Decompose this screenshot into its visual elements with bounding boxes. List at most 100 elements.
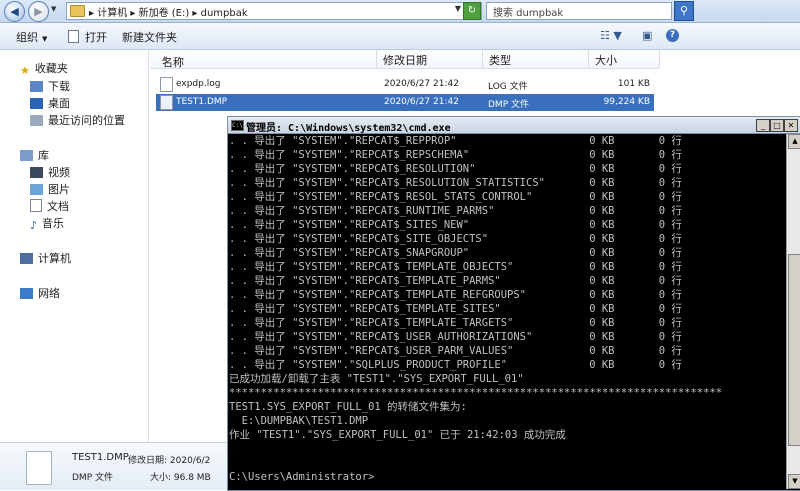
music-icon: ♪ <box>30 219 38 232</box>
refresh-icon[interactable]: ↻ <box>463 2 481 20</box>
search-input[interactable]: 搜索 dumpbak <box>486 2 672 20</box>
console-line: 已成功加载/卸载了主表 "TEST1"."SYS_EXPORT_FULL_01" <box>229 373 524 385</box>
console-line: C:\Users\Administrator> <box>229 471 375 483</box>
library-icon <box>20 150 33 161</box>
documents-icon <box>30 199 42 212</box>
nav-downloads-label: 下载 <box>48 80 70 93</box>
console-line: . . 导出了 "SYSTEM"."REPCAT$_RESOL_STATS_CO… <box>229 191 682 203</box>
breadcrumb-path[interactable]: ▸ 计算机 ▸ 新加卷 (E:) ▸ dumpbak <box>89 4 248 19</box>
help-icon[interactable]: ? <box>666 29 679 42</box>
nav-recent-places[interactable]: 最近访问的位置 <box>30 112 125 128</box>
minimize-button[interactable]: _ <box>756 119 770 132</box>
file-row[interactable]: expdp.log 2020/6/27 21:42 LOG 文件 101 KB <box>156 76 654 93</box>
address-dropdown-icon[interactable]: ▼ <box>455 4 461 13</box>
file-modified: 2020/6/27 21:42 <box>384 79 459 89</box>
scroll-down-icon[interactable]: ▼ <box>788 474 800 489</box>
console-line: . . 导出了 "SYSTEM"."REPCAT$_TEMPLATE_PARMS… <box>229 275 682 287</box>
navigation-pane: ★ 收藏夹 下载 桌面 最近访问的位置 库 视频 图片 文档 ♪ 音乐 计算机 网络 <box>0 50 149 442</box>
search-icon[interactable]: ⚲ <box>674 1 694 21</box>
file-icon <box>160 77 173 92</box>
nav-favorites[interactable]: ★ 收藏夹 <box>20 60 68 77</box>
column-header-name[interactable]: 名称 ▲ <box>150 50 377 69</box>
file-size: 101 KB <box>617 79 650 89</box>
back-button[interactable]: ◀ <box>4 1 25 22</box>
console-line: . . 导出了 "SYSTEM"."REPCAT$_RUNTIME_PARMS"… <box>229 205 682 217</box>
chevron-down-icon: ▼ <box>42 35 48 43</box>
nav-recent-label: 最近访问的位置 <box>48 114 125 127</box>
details-pane: TEST1.DMP 修改日期: 2020/6/2 DMP 文件 大小: 96.8… <box>0 442 228 490</box>
console-line: . . 导出了 "SYSTEM"."REPCAT$_TEMPLATE_OBJEC… <box>229 261 682 273</box>
file-icon <box>160 95 173 110</box>
column-header-type[interactable]: 类型 <box>483 50 589 69</box>
preview-pane-icon[interactable]: ▣ <box>642 29 652 42</box>
nav-libraries[interactable]: 库 <box>20 147 49 163</box>
forward-button[interactable]: ▶ <box>28 1 49 22</box>
column-header-modified[interactable]: 修改日期 <box>377 50 483 69</box>
nav-desktop-label: 桌面 <box>48 97 70 110</box>
console-line: . . 导出了 "SYSTEM"."REPCAT$_REPPROP" 0 KB … <box>229 135 682 147</box>
nav-music-label: 音乐 <box>42 217 65 230</box>
file-type: LOG 文件 <box>488 82 528 92</box>
nav-documents[interactable]: 文档 <box>30 198 69 214</box>
command-bar: 组织 ▼ 打开 新建文件夹 ☷ ▼ ▣ ? <box>0 23 800 50</box>
console-line: E:\DUMPBAK\TEST1.DMP <box>229 415 369 427</box>
vertical-scrollbar[interactable]: ▲ ▼ <box>786 134 800 489</box>
file-type: DMP 文件 <box>488 100 529 110</box>
nav-network-label: 网络 <box>38 287 60 300</box>
file-name: expdp.log <box>176 79 221 89</box>
nav-videos-label: 视频 <box>48 166 70 179</box>
cmd-title: 管理员: C:\Windows\system32\cmd.exe <box>246 123 451 134</box>
open-button[interactable]: 打开 <box>68 29 107 45</box>
organize-label: 组织 <box>16 31 38 44</box>
nav-documents-label: 文档 <box>47 200 69 213</box>
details-file-name: TEST1.DMP <box>72 452 129 463</box>
nav-downloads[interactable]: 下载 <box>30 78 70 94</box>
nav-desktop[interactable]: 桌面 <box>30 95 70 111</box>
nav-pictures[interactable]: 图片 <box>30 181 70 197</box>
nav-pictures-label: 图片 <box>48 183 70 196</box>
file-row-selected[interactable]: TEST1.DMP 2020/6/27 21:42 DMP 文件 99,224 … <box>156 94 654 111</box>
recent-pages-dropdown-icon[interactable]: ▼ <box>51 5 56 13</box>
nav-network[interactable]: 网络 <box>20 285 60 301</box>
console-line: . . 导出了 "SYSTEM"."REPCAT$_SNAPGROUP" 0 K… <box>229 247 682 259</box>
console-line: . . 导出了 "SYSTEM"."REPCAT$_TEMPLATE_SITES… <box>229 303 682 315</box>
details-size: 大小: 96.8 MB <box>150 473 211 483</box>
nav-computer[interactable]: 计算机 <box>20 250 71 266</box>
console-line: . . 导出了 "SYSTEM"."REPCAT$_TEMPLATE_REFGR… <box>229 289 682 301</box>
cmd-window[interactable]: C:\ 管理员: C:\Windows\system32\cmd.exe _ □… <box>227 116 800 491</box>
open-label: 打开 <box>85 31 107 44</box>
new-folder-button[interactable]: 新建文件夹 <box>122 29 177 45</box>
console-line: . . 导出了 "SYSTEM"."REPCAT$_SITES_NEW" 0 K… <box>229 219 682 231</box>
view-options-icon[interactable]: ☷ ▼ <box>600 29 622 42</box>
downloads-icon <box>30 81 43 92</box>
console-line: 作业 "TEST1"."SYS_EXPORT_FULL_01" 已于 21:42… <box>229 429 566 441</box>
file-thumbnail-icon <box>26 451 52 485</box>
breadcrumb[interactable]: ▸ 计算机 ▸ 新加卷 (E:) ▸ dumpbak ▼ ↻ <box>66 2 482 20</box>
organize-button[interactable]: 组织 ▼ <box>16 29 47 45</box>
console-line: . . 导出了 "SYSTEM"."SQLPLUS_PRODUCT_PROFIL… <box>229 359 682 371</box>
console-line: TEST1.SYS_EXPORT_FULL_01 的转储文件集为: <box>229 401 467 413</box>
column-modified-label: 修改日期 <box>383 54 427 67</box>
computer-icon <box>20 253 33 264</box>
console-output[interactable]: . . 导出了 "SYSTEM"."REPCAT$_REPPROP" 0 KB … <box>229 134 785 489</box>
console-icon: C:\ <box>231 120 244 131</box>
scroll-thumb[interactable] <box>788 254 800 446</box>
close-button[interactable]: ✕ <box>784 119 798 132</box>
maximize-button[interactable]: □ <box>770 119 784 132</box>
search-placeholder: 搜索 dumpbak <box>493 8 564 19</box>
nav-computer-label: 计算机 <box>38 252 71 265</box>
video-icon <box>30 167 43 178</box>
cmd-title-bar[interactable]: C:\ 管理员: C:\Windows\system32\cmd.exe _ □… <box>228 117 800 134</box>
details-file-type: DMP 文件 <box>72 473 113 483</box>
file-name: TEST1.DMP <box>176 97 228 107</box>
recent-places-icon <box>30 115 43 126</box>
console-line: . . 导出了 "SYSTEM"."REPCAT$_USER_PARM_VALU… <box>229 345 682 357</box>
nav-music[interactable]: ♪ 音乐 <box>30 215 65 232</box>
new-folder-label: 新建文件夹 <box>122 31 177 44</box>
console-line: . . 导出了 "SYSTEM"."REPCAT$_REPSCHEMA" 0 K… <box>229 149 682 161</box>
column-header-size[interactable]: 大小 <box>589 50 660 69</box>
scroll-up-icon[interactable]: ▲ <box>788 134 800 149</box>
nav-videos[interactable]: 视频 <box>30 164 70 180</box>
